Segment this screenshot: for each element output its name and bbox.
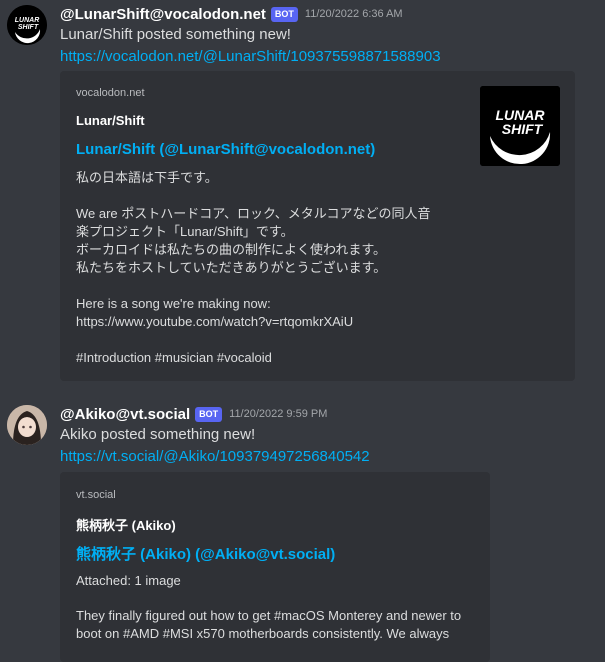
embed-thumbnail[interactable]: LUNAR SHIFT	[480, 86, 560, 166]
embed-title[interactable]: 熊柄秋子 (Akiko) (@Akiko@vt.social)	[76, 543, 335, 564]
link-embed: vocalodon.net Lunar/Shift Lunar/Shift (@…	[60, 71, 575, 381]
username[interactable]: @Akiko@vt.social	[60, 406, 190, 423]
avatar[interactable]	[7, 405, 47, 445]
username[interactable]: @LunarShift@vocalodon.net	[60, 6, 266, 23]
embed-description: 私の日本語は下手です。 We are ポストハードコア、ロック、メタルコアなどの…	[76, 170, 431, 365]
akiko-avatar-icon	[7, 405, 47, 445]
message-link[interactable]: https://vocalodon.net/@LunarShift/109375…	[60, 48, 441, 65]
timestamp[interactable]: 11/20/2022 9:59 PM	[229, 408, 327, 420]
embed-provider[interactable]: vt.social	[76, 489, 116, 501]
message-akiko: @Akiko@vt.social BOT 11/20/2022 9:59 PM …	[0, 400, 605, 662]
embed-provider[interactable]: vocalodon.net	[76, 87, 145, 99]
message-link[interactable]: https://vt.social/@Akiko/109379497256840…	[60, 448, 370, 465]
embed-author[interactable]: 熊柄秋子 (Akiko)	[76, 515, 176, 534]
message-text: Lunar/Shift posted something new!	[60, 26, 291, 43]
avatar-logo-text-2: SHIFT	[18, 24, 39, 31]
message-header: @Akiko@vt.social BOT 11/20/2022 9:59 PM	[60, 404, 327, 424]
message-text: Akiko posted something new!	[60, 426, 256, 443]
embed-attachment-note: Attached: 1 image	[76, 573, 181, 588]
message-header: @LunarShift@vocalodon.net BOT 11/20/2022…	[60, 4, 403, 24]
lunar-shift-logo-icon: LUNAR SHIFT	[7, 5, 47, 45]
avatar-logo-text-1: LUNAR	[15, 17, 40, 24]
link-embed: vt.social 熊柄秋子 (Akiko) 熊柄秋子 (Akiko) (@Ak…	[60, 472, 490, 662]
embed-author[interactable]: Lunar/Shift	[76, 113, 145, 128]
thumbnail-logo-text-2: SHIFT	[502, 121, 544, 137]
lunar-shift-thumbnail-icon: LUNAR SHIFT	[480, 86, 560, 166]
bot-badge: BOT	[270, 6, 298, 22]
timestamp[interactable]: 11/20/2022 6:36 AM	[305, 8, 403, 20]
avatar[interactable]: LUNAR SHIFT	[7, 5, 47, 45]
embed-description: They finally figured out how to get #mac…	[76, 608, 462, 641]
bot-badge: BOT	[195, 406, 223, 422]
embed-title[interactable]: Lunar/Shift (@LunarShift@vocalodon.net)	[76, 141, 375, 158]
message-lunarshift: LUNAR SHIFT @LunarShift@vocalodon.net BO…	[0, 0, 605, 390]
